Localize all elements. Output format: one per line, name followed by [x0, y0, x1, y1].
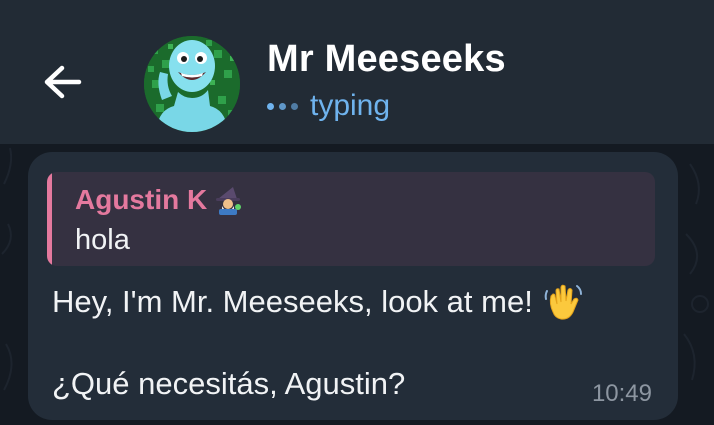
typing-status: typing — [267, 88, 390, 124]
arrow-left-icon — [44, 65, 82, 99]
wizard-emoji-icon — [216, 187, 242, 215]
mr-meeseeks-avatar-icon — [144, 36, 240, 132]
message-text-line-2: ¿Qué necesitás, Agustin? — [52, 366, 406, 401]
reply-author-name: Agustin K — [75, 184, 208, 215]
reply-quote[interactable]: Agustin K hola — [47, 172, 655, 266]
waving-hand-icon — [544, 284, 582, 320]
message-bubble[interactable]: Agustin K hola Hey, I'm Mr. Meeseeks, lo… — [28, 152, 678, 420]
back-button[interactable] — [30, 52, 94, 112]
message-text: Hey, I'm Mr. Meeseeks, look at me! — [52, 284, 533, 319]
reply-author: Agustin K — [75, 184, 243, 216]
avatar[interactable] — [144, 36, 240, 132]
chat-title[interactable]: Mr Meeseeks — [267, 38, 506, 81]
typing-indicator-icon — [267, 102, 298, 110]
message-time: 10:49 — [591, 380, 652, 407]
chat-header: Mr Meeseeks typing — [0, 0, 714, 144]
reply-accent-bar — [47, 172, 52, 266]
reply-text: hola — [75, 224, 130, 256]
message-text-line-1: Hey, I'm Mr. Meeseeks, look at me! — [52, 282, 583, 322]
status-text: typing — [310, 89, 391, 122]
